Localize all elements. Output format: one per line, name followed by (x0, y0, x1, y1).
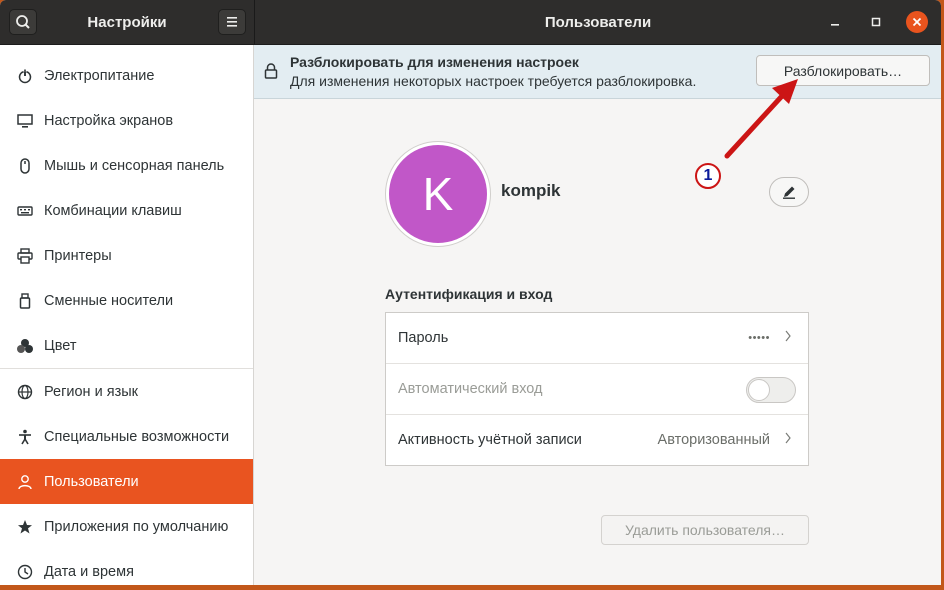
close-icon (912, 17, 922, 27)
sidebar-item-label: Цвет (44, 337, 77, 354)
sidebar-item-label: Специальные возможности (44, 428, 230, 445)
infobar-subtitle: Для изменения некоторых настроек требует… (290, 73, 697, 89)
printer-icon (16, 247, 34, 265)
account-activity-label: Активность учётной записи (398, 432, 582, 448)
pencil-icon (783, 186, 795, 199)
edit-username-button[interactable] (769, 177, 809, 207)
unlock-button[interactable]: Разблокировать… (756, 55, 930, 86)
unlock-infobar: Разблокировать для изменения настроек Дл… (254, 45, 941, 99)
app-title: Настройки (87, 14, 167, 31)
minimize-icon (831, 24, 839, 26)
sidebar-item-label: Дата и время (44, 563, 134, 580)
minimize-button[interactable] (826, 13, 844, 31)
autologin-label: Автоматический вход (398, 381, 543, 397)
remove-user-button[interactable]: Удалить пользователя… (601, 515, 809, 545)
mouse-icon (16, 157, 34, 175)
sidebar-item-label: Электропитание (44, 67, 155, 84)
search-button[interactable] (9, 9, 37, 35)
search-icon (16, 15, 30, 29)
maximize-button[interactable] (867, 13, 885, 31)
sidebar-item-label: Мышь и сенсорная панель (44, 157, 225, 174)
sidebar-item-label: Принтеры (44, 247, 112, 264)
account-activity-row[interactable]: Активность учётной записи Авторизованный (386, 415, 808, 465)
sidebar-item-label: Сменные носители (44, 292, 174, 309)
sidebar-item-label: Пользователи (44, 473, 139, 490)
sidebar: Электропитание Настройка экранов Мышь и … (0, 45, 254, 585)
chevron-right-icon (784, 431, 792, 448)
close-button[interactable] (906, 11, 928, 33)
annotation-number-badge: 1 (695, 163, 721, 189)
user-icon (16, 473, 34, 491)
star-icon (16, 518, 34, 536)
sidebar-item-color[interactable]: Цвет (0, 323, 253, 368)
toggle-knob (748, 379, 770, 401)
username: kompik (501, 181, 561, 200)
removable-media-icon (16, 292, 34, 310)
header-left: Настройки (0, 0, 255, 44)
globe-icon (16, 383, 34, 401)
account-activity-value: Авторизованный (657, 432, 770, 448)
sidebar-item-label: Регион и язык (44, 383, 138, 400)
auth-section-title: Аутентификация и вход (385, 286, 553, 302)
sidebar-item-label: Комбинации клавиш (44, 202, 182, 219)
keyboard-icon (16, 202, 34, 220)
avatar[interactable]: K (389, 145, 487, 243)
sidebar-item-default-apps[interactable]: Приложения по умолчанию (0, 504, 253, 549)
sidebar-item-power[interactable]: Электропитание (0, 53, 253, 98)
sidebar-item-accessibility[interactable]: Специальные возможности (0, 414, 253, 459)
color-icon (16, 337, 34, 355)
power-icon (16, 67, 34, 85)
sidebar-item-removable-media[interactable]: Сменные носители (0, 278, 253, 323)
auth-list: Пароль ••••• Автоматический вход Активно… (385, 312, 809, 466)
lock-icon (264, 63, 278, 79)
sidebar-item-printers[interactable]: Принтеры (0, 233, 253, 278)
sidebar-item-users[interactable]: Пользователи (0, 459, 253, 504)
hamburger-icon (227, 17, 237, 27)
sidebar-item-mouse[interactable]: Мышь и сенсорная панель (0, 143, 253, 188)
header-bar: Настройки Пользователи (0, 0, 941, 45)
clock-icon (16, 563, 34, 581)
autologin-row: Автоматический вход (386, 364, 808, 414)
infobar-title: Разблокировать для изменения настроек (290, 54, 579, 70)
chevron-right-icon (784, 329, 792, 346)
menu-button[interactable] (218, 9, 246, 35)
password-label: Пароль (398, 330, 449, 346)
accessibility-icon (16, 428, 34, 446)
sidebar-item-region[interactable]: Регион и язык (0, 369, 253, 414)
sidebar-item-keyboard[interactable]: Комбинации клавиш (0, 188, 253, 233)
password-value: ••••• (748, 332, 770, 344)
autologin-toggle[interactable] (746, 377, 796, 403)
maximize-icon (871, 17, 881, 27)
display-icon (16, 112, 34, 130)
password-row[interactable]: Пароль ••••• (386, 313, 808, 363)
settings-window: Настройки Пользователи Электропитание На… (0, 0, 941, 585)
sidebar-item-label: Настройка экранов (44, 112, 174, 129)
sidebar-item-label: Приложения по умолчанию (44, 518, 229, 535)
sidebar-item-displays[interactable]: Настройка экранов (0, 98, 253, 143)
sidebar-item-date-time[interactable]: Дата и время (0, 549, 253, 585)
